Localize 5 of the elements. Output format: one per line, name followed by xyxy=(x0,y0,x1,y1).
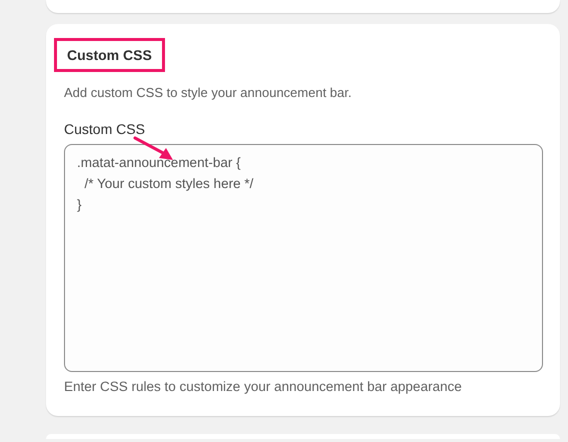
css-input-field[interactable]: .matat-announcement-bar { /* Your custom styles here */ } xyxy=(64,144,543,372)
section-description: Add custom CSS to style your announcement bar. xyxy=(64,85,353,100)
field-label: Custom CSS xyxy=(64,121,146,137)
section-title: Custom CSS xyxy=(54,38,165,72)
help-text: Enter CSS rules to customize your announcement bar appearance xyxy=(64,379,463,394)
